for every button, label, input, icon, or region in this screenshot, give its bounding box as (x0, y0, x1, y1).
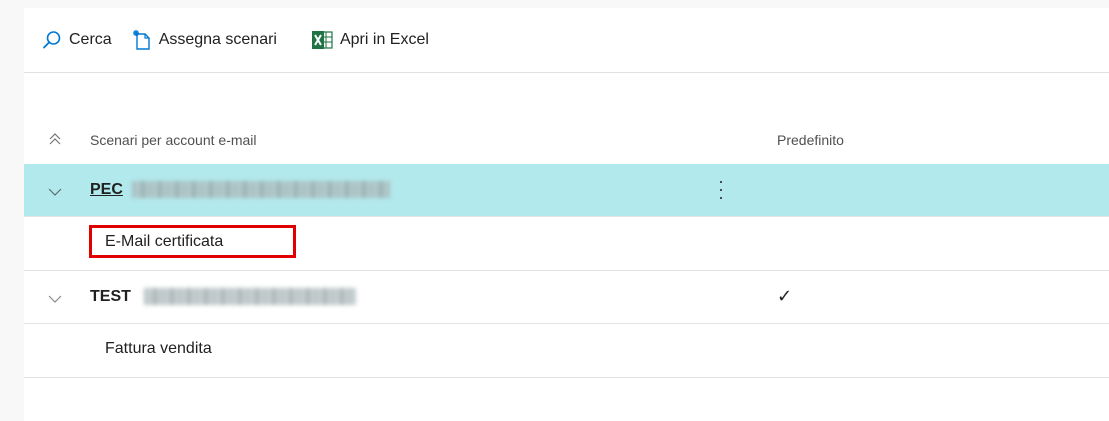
open-in-excel-button[interactable]: Apri in Excel (311, 25, 429, 55)
search-button[interactable]: Cerca (42, 25, 112, 55)
open-in-excel-label: Apri in Excel (339, 31, 429, 48)
scenario-row[interactable]: E-Mail certificata (24, 217, 1109, 271)
highlight-box (89, 225, 296, 258)
scenario-row[interactable]: Fattura vendita (24, 324, 1109, 378)
search-icon (42, 30, 62, 50)
more-options-icon[interactable]: · · · (718, 172, 724, 206)
redacted-email (144, 288, 356, 305)
excel-icon (311, 30, 333, 50)
chevron-down-icon[interactable] (48, 184, 62, 202)
assign-scenarios-label: Assegna scenari (158, 31, 277, 48)
group-row-test[interactable]: TEST ✓ (24, 271, 1109, 324)
column-header-default[interactable]: Predefinito (777, 132, 844, 148)
group-name[interactable]: TEST (90, 288, 131, 306)
group-name-link[interactable]: PEC (90, 181, 123, 199)
column-header-scenarios[interactable]: Scenari per account e-mail (90, 132, 257, 148)
group-row-pec[interactable]: PEC · · · (24, 164, 1109, 217)
search-label: Cerca (69, 31, 112, 48)
redacted-email (132, 181, 390, 198)
chevron-down-icon[interactable] (48, 291, 62, 309)
list-header: Scenari per account e-mail Predefinito (24, 120, 1109, 162)
assign-icon (132, 29, 152, 51)
content-panel: Cerca Assegna scenari Apri in Excel Scen… (24, 8, 1109, 421)
scenario-name: Fattura vendita (105, 340, 212, 357)
collapse-all-icon[interactable] (48, 132, 62, 149)
check-icon: ✓ (777, 286, 793, 306)
assign-scenarios-button[interactable]: Assegna scenari (132, 25, 277, 55)
action-bar: Cerca Assegna scenari Apri in Excel (24, 8, 1109, 73)
